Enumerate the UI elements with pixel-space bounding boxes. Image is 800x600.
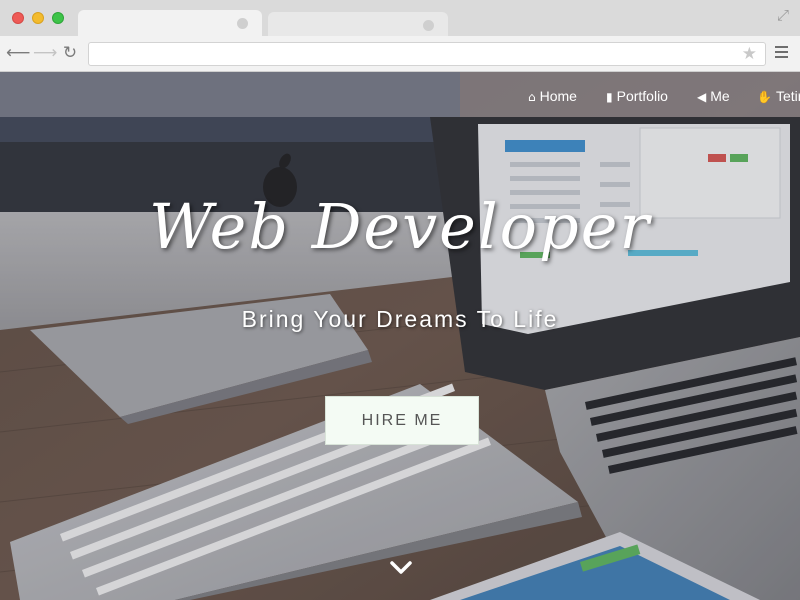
tab-close-icon[interactable] [237,18,248,29]
nav-item-label: Tetirs [775,88,800,104]
tab-close-icon[interactable] [423,20,434,31]
address-bar[interactable]: ★ [88,42,766,66]
nav-item-label: Home [539,88,577,104]
top-navbar: ⌂Home ▮Portfolio ◀Me ✋Tetirs [0,72,800,117]
home-icon: ⌂ [528,90,536,104]
hero-subtitle: Bring Your Dreams To Life [241,306,559,332]
hamburger-menu-icon[interactable] [775,46,788,59]
star-icon[interactable]: ★ [742,44,757,64]
hire-me-button[interactable]: HIRE ME [325,396,479,445]
forward-arrow-icon[interactable]: ⟶ [33,42,57,64]
hero-overlay [0,72,800,600]
minimize-window-button[interactable] [32,12,44,24]
bookmark-icon: ▮ [606,90,613,104]
maximize-window-button[interactable] [52,12,64,24]
chevron-down-icon[interactable] [388,558,414,578]
tab-active[interactable] [78,10,262,36]
tab-strip: ⤢ [0,0,800,36]
hero-title: Web Developer [148,190,652,263]
tab-inactive[interactable] [268,12,448,36]
nav-item-me[interactable]: ◀ Me [697,87,730,105]
close-window-button[interactable] [12,12,24,24]
web-page: ⌂Home ▮Portfolio ◀Me ✋Tetirs Web Develop… [0,72,800,600]
nav-item-portfolio[interactable]: ▮ Portfolio [606,87,668,105]
browser-toolbar: ⟵ ⟶ ↻ ★ [0,36,800,72]
back-arrow-icon[interactable]: ⟵ [6,42,30,64]
thumbs-up-icon: ✋ [757,90,772,104]
browser-chrome: ⤢ ⟵ ⟶ ↻ ★ [0,0,800,72]
nav-item-tetirs[interactable]: ✋Tetirs [757,87,800,105]
expand-icon[interactable]: ⤢ [774,6,792,24]
reload-icon[interactable]: ↻ [59,42,81,64]
nav-item-home[interactable]: ⌂ Home [528,87,577,105]
nav-item-label: Portfolio [616,88,668,104]
megaphone-icon: ◀ [697,90,707,104]
nav-item-label: Me [710,88,730,104]
